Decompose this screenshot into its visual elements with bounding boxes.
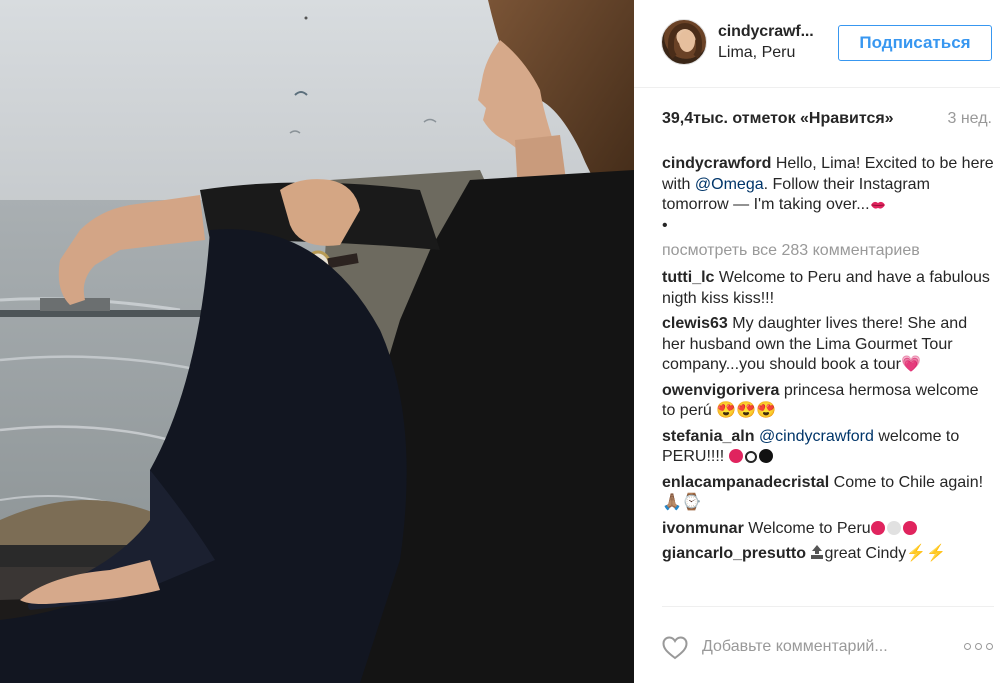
comment-bar [662, 606, 994, 683]
comment-author[interactable]: ivonmunar [662, 520, 744, 537]
post-time[interactable]: 3 нед. [947, 110, 992, 128]
comment-item: clewis63 My daughter lives there! She an… [662, 314, 994, 376]
comment-author[interactable]: stefania_aln [662, 428, 754, 445]
comment-item: tutti_lc Welcome to Peru and have a fabu… [662, 268, 994, 309]
add-comment-input[interactable] [702, 636, 952, 658]
caption-bullet: • [662, 216, 668, 234]
photo-image [0, 0, 634, 683]
white-circle-emoji [744, 451, 757, 463]
praying-hands-watch-emoji: 🙏🏽⌚ [662, 494, 702, 511]
comment-mention[interactable]: @cindycrawford [759, 428, 874, 445]
location-link[interactable]: Lima, Peru [718, 44, 795, 62]
white-circle-emoji [886, 520, 901, 535]
comment-item: ivonmunar Welcome to Peru [662, 519, 994, 540]
lightning-emoji: ⚡⚡ [906, 545, 947, 562]
post-header: cindycrawf... Lima, Peru Подписаться [634, 0, 1000, 88]
comment-author[interactable]: clewis63 [662, 315, 728, 332]
username-link[interactable]: cindycrawf... [718, 23, 814, 41]
likes-count[interactable]: 39,4тыс. отметок «Нравится» [662, 110, 894, 128]
red-circle-emoji [902, 520, 917, 535]
comment-item: giancarlo_presutto great Cindy⚡⚡ [662, 544, 994, 565]
comment-item: owenvigorivera princesa hermosa welcome … [662, 381, 994, 422]
comment-text: great Cindy [824, 545, 907, 562]
post-stats: 39,4тыс. отметок «Нравится» 3 нед. [662, 110, 992, 132]
more-options-icon[interactable] [964, 643, 994, 653]
follow-button[interactable]: Подписаться [838, 25, 992, 61]
kiss-lips-icon [870, 201, 885, 209]
heart-eyes-emoji: 😍😍😍 [716, 402, 777, 419]
comment-item: enlacampanadecristal Come to Chile again… [662, 473, 994, 514]
avatar[interactable] [661, 19, 707, 65]
top-arrow-icon [811, 545, 824, 559]
comment-author[interactable]: giancarlo_presutto [662, 545, 806, 562]
caption: cindycrawford Hello, Lima! Excited to be… [662, 154, 994, 236]
post-panel: cindycrawf... Lima, Peru Подписаться 39,… [634, 0, 1000, 683]
comment-text: Welcome to Peru [748, 519, 871, 537]
caption-mention[interactable]: @Omega [695, 176, 764, 193]
caption-author[interactable]: cindycrawford [662, 155, 771, 172]
view-all-comments-link[interactable]: посмотреть все 283 комментариев [662, 241, 994, 261]
comment-author[interactable]: tutti_lc [662, 269, 714, 286]
heart-outline-icon[interactable] [662, 636, 688, 660]
post-photo[interactable] [0, 0, 634, 683]
comment-item: stefania_aln @cindycrawford welcome to P… [662, 427, 994, 468]
avatar-face [679, 30, 695, 52]
comment-author[interactable]: enlacampanadecristal [662, 474, 829, 491]
pink-heart-emoji: 💗 [900, 356, 921, 373]
black-circle-emoji [758, 449, 773, 463]
comment-author[interactable]: owenvigorivera [662, 382, 779, 399]
red-circle-emoji [728, 449, 743, 463]
red-circle-emoji [870, 520, 885, 535]
comment-text: Come to Chile again! [833, 473, 984, 491]
comments-list[interactable]: cindycrawford Hello, Lima! Excited to be… [662, 154, 994, 606]
